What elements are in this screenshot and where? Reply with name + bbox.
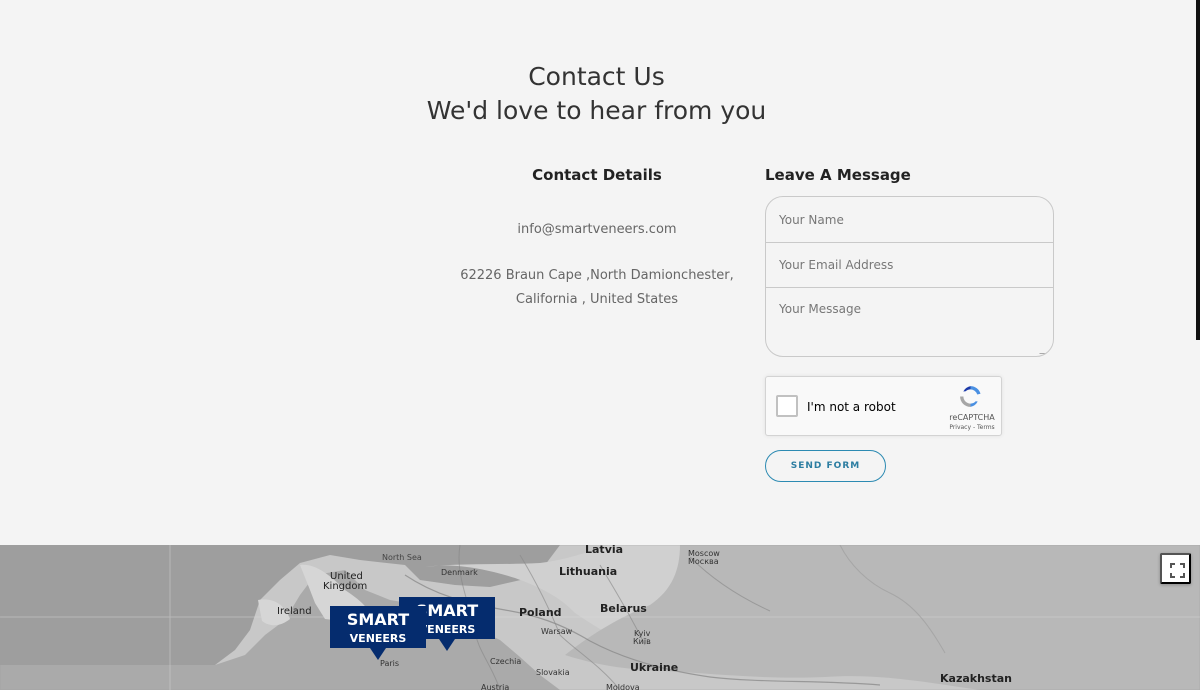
map-fullscreen-button[interactable]	[1160, 553, 1191, 584]
contact-details-title: Contact Details	[532, 166, 662, 184]
map-label-moldova: Moldova	[606, 683, 640, 690]
scrollbar-edge	[1196, 0, 1200, 340]
map-label-warsaw: Warsaw	[541, 627, 573, 636]
map-label-moscow-cyrillic: Москва	[688, 557, 719, 566]
name-input[interactable]	[766, 197, 1053, 243]
map-label-lithuania: Lithuania	[559, 565, 618, 578]
map-label-kazakhstan: Kazakhstan	[940, 672, 1012, 685]
page-subtitle: We'd love to hear from you	[426, 96, 767, 125]
page-title: Contact Us	[528, 62, 665, 91]
map-label-czechia: Czechia	[490, 657, 522, 666]
leave-message-title: Leave A Message	[765, 166, 911, 184]
recaptcha-widget: I'm not a robot reCAPTCHA Privacy - Term…	[765, 376, 1002, 436]
recaptcha-privacy-links[interactable]: Privacy - Terms	[944, 424, 1000, 431]
send-form-button[interactable]: SEND FORM	[765, 450, 886, 482]
contact-section: Contact Us We'd love to hear from you Co…	[0, 0, 1200, 545]
map-label-ireland: Ireland	[277, 606, 312, 617]
map-marker-smart-veneers-1[interactable]: SMART VENEERS	[330, 606, 426, 660]
map-label-latvia: Latvia	[585, 545, 624, 556]
captcha-label: I'm not a robot	[807, 400, 896, 414]
map-label-kingdom: Kingdom	[323, 581, 368, 592]
map-marker-1-line-2: VENEERS	[349, 632, 407, 645]
map-label-kyiv-cyrillic: Київ	[633, 637, 651, 646]
captcha-checkbox[interactable]	[776, 395, 798, 417]
map-label-ukraine: Ukraine	[630, 661, 679, 674]
address-line-2: California , United States	[515, 292, 679, 307]
address-line-1: 62226 Braun Cape ,North Damionchester,	[460, 268, 734, 283]
contact-email: info@smartveneers.com	[517, 222, 677, 237]
recaptcha-logo-icon	[960, 386, 981, 407]
map-label-slovakia: Slovakia	[536, 668, 570, 677]
map-label-denmark: Denmark	[441, 568, 478, 577]
location-map[interactable]: North Sea Latvia Moscow Москва United Ki…	[0, 545, 1200, 690]
contact-form	[765, 196, 1054, 357]
message-textarea[interactable]	[766, 288, 1053, 356]
map-label-austria: Austria	[481, 683, 510, 690]
map-marker-1-line-1: SMART	[346, 610, 410, 629]
map-label-belarus: Belarus	[600, 602, 647, 615]
recaptcha-brand: reCAPTCHA	[949, 413, 995, 422]
contact-address: 62226 Braun Cape ,North Damionchester, C…	[452, 264, 742, 312]
email-input[interactable]	[766, 243, 1053, 288]
fullscreen-icon	[1170, 563, 1185, 578]
map-label-poland: Poland	[519, 606, 562, 619]
map-label-north-sea: North Sea	[382, 553, 422, 562]
